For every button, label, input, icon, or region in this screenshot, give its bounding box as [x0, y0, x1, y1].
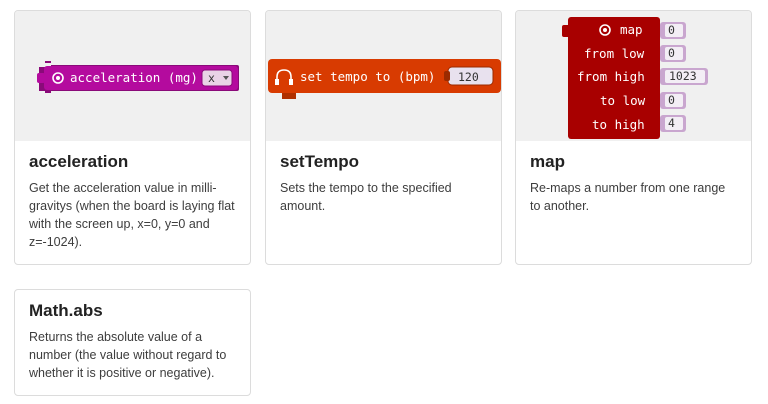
- card-description: Sets the tempo to the specified amount.: [280, 181, 452, 213]
- input-connector: [444, 71, 450, 81]
- map-block[interactable]: map from low from high to low to high 0 …: [516, 11, 752, 141]
- map-input[interactable]: 0: [660, 22, 686, 39]
- map-row-label: from low: [584, 46, 645, 61]
- from-high-input[interactable]: 1023: [660, 68, 708, 85]
- card-description: Get the acceleration value in milli-grav…: [29, 181, 235, 249]
- block-label: acceleration (mg): [70, 70, 198, 85]
- card-description: Returns the absolute value of a number (…: [29, 330, 227, 380]
- block-connector: [562, 25, 570, 37]
- block-label: set tempo to (bpm): [300, 69, 435, 84]
- to-high-input[interactable]: 4: [660, 115, 686, 132]
- map-row-label: to low: [600, 93, 646, 108]
- map-row-label: map: [620, 22, 643, 37]
- from-low-input[interactable]: 0: [660, 45, 686, 62]
- block-connector: [37, 73, 45, 83]
- card-title: map: [530, 152, 565, 171]
- card-acceleration[interactable]: acceleration (mg) x acceleration Get the…: [14, 10, 251, 265]
- settempo-block[interactable]: set tempo to (bpm) 120: [266, 11, 502, 141]
- block-notch: [282, 93, 296, 99]
- acceleration-block[interactable]: acceleration (mg) x: [15, 11, 251, 141]
- dropdown-value: x: [208, 71, 215, 85]
- map-value: 0: [668, 23, 675, 37]
- to-low-input[interactable]: 0: [660, 92, 686, 109]
- block-preview: map from low from high to low to high 0 …: [516, 11, 751, 141]
- map-row-label: from high: [577, 69, 645, 84]
- block-preview: acceleration (mg) x: [15, 11, 250, 141]
- card-title: Math.abs: [29, 301, 103, 320]
- from-low-value: 0: [668, 46, 675, 60]
- card-settempo[interactable]: set tempo to (bpm) 120 setTempo Sets the…: [265, 10, 502, 265]
- card-title: acceleration: [29, 152, 129, 171]
- card-description: Re-maps a number from one range to anoth…: [530, 181, 726, 213]
- from-high-value: 1023: [669, 69, 697, 83]
- to-high-value: 4: [668, 116, 675, 130]
- block-preview: set tempo to (bpm) 120: [266, 11, 501, 141]
- card-title: setTempo: [280, 152, 360, 171]
- to-low-value: 0: [668, 93, 675, 107]
- card-math-abs[interactable]: Math.abs Returns the absolute value of a…: [14, 289, 251, 396]
- map-row-label: to high: [592, 117, 645, 132]
- card-map[interactable]: map from low from high to low to high 0 …: [515, 10, 752, 265]
- tempo-value: 120: [458, 70, 479, 84]
